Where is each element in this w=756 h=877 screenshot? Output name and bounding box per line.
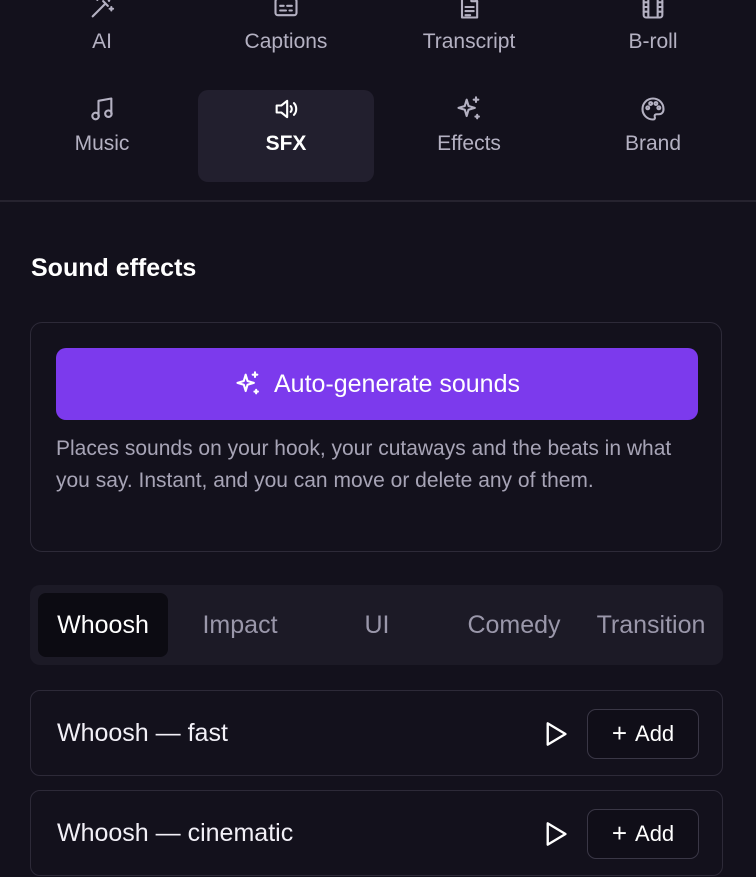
document-icon xyxy=(454,0,484,22)
tool-effects[interactable]: Effects xyxy=(381,94,557,186)
tool-label: B-roll xyxy=(628,30,678,53)
tool-captions[interactable]: Captions xyxy=(198,0,374,84)
add-label: Add xyxy=(635,821,675,846)
add-label: Add xyxy=(635,721,675,746)
music-note-icon xyxy=(87,94,117,124)
add-button[interactable]: + Add xyxy=(587,809,699,859)
tool-label: Brand xyxy=(624,132,682,155)
category-tabs: Whoosh Impact UI Comedy Transition xyxy=(30,585,723,665)
tool-label: AI xyxy=(92,30,112,53)
play-icon xyxy=(546,822,567,846)
tool-grid: AI Captions Transcript B-roll Music SFX xyxy=(14,0,742,200)
palette-icon xyxy=(638,94,668,124)
tab-transition[interactable]: Transition xyxy=(586,593,716,657)
tool-b-roll[interactable]: B-roll xyxy=(565,0,741,84)
sparkles-icon xyxy=(234,370,262,398)
plus-icon: + xyxy=(611,818,628,848)
tool-label: Captions xyxy=(244,30,328,53)
tool-ai[interactable]: AI xyxy=(14,0,190,84)
play-icon xyxy=(546,722,567,746)
play-button[interactable] xyxy=(541,719,571,749)
section-title: Sound effects xyxy=(31,254,197,282)
tool-brand[interactable]: Brand xyxy=(565,94,741,186)
speaker-icon xyxy=(271,94,301,124)
magic-wand-icon xyxy=(87,0,117,22)
auto-generate-card: Auto-generate sounds Places sounds on yo… xyxy=(30,322,722,552)
tool-label: SFX xyxy=(265,132,307,155)
tool-label: Transcript xyxy=(422,30,516,53)
plus-icon: + xyxy=(611,718,628,748)
tool-music[interactable]: Music xyxy=(14,94,190,186)
tab-ui[interactable]: UI xyxy=(312,593,442,657)
auto-generate-description: Places sounds on your hook, your cutaway… xyxy=(56,437,672,492)
tool-label: Music xyxy=(74,132,130,155)
sparkles-icon xyxy=(454,94,484,124)
sound-row: Whoosh — fast + Add xyxy=(30,690,723,776)
sound-name: Whoosh — cinematic xyxy=(57,819,294,847)
tab-whoosh[interactable]: Whoosh xyxy=(38,593,168,657)
tab-impact[interactable]: Impact xyxy=(175,593,305,657)
tool-sfx[interactable]: SFX xyxy=(198,90,374,182)
sound-row: Whoosh — cinematic + Add xyxy=(30,790,723,876)
divider xyxy=(0,200,756,202)
play-button[interactable] xyxy=(541,819,571,849)
auto-generate-label: Auto-generate sounds xyxy=(273,369,520,398)
tool-transcript[interactable]: Transcript xyxy=(381,0,557,84)
film-icon xyxy=(638,0,668,22)
auto-generate-button[interactable]: Auto-generate sounds xyxy=(56,348,698,420)
captions-icon xyxy=(271,0,301,22)
tab-comedy[interactable]: Comedy xyxy=(449,593,579,657)
tool-label: Effects xyxy=(437,132,501,155)
add-button[interactable]: + Add xyxy=(587,709,699,759)
sound-name: Whoosh — fast xyxy=(57,719,228,747)
